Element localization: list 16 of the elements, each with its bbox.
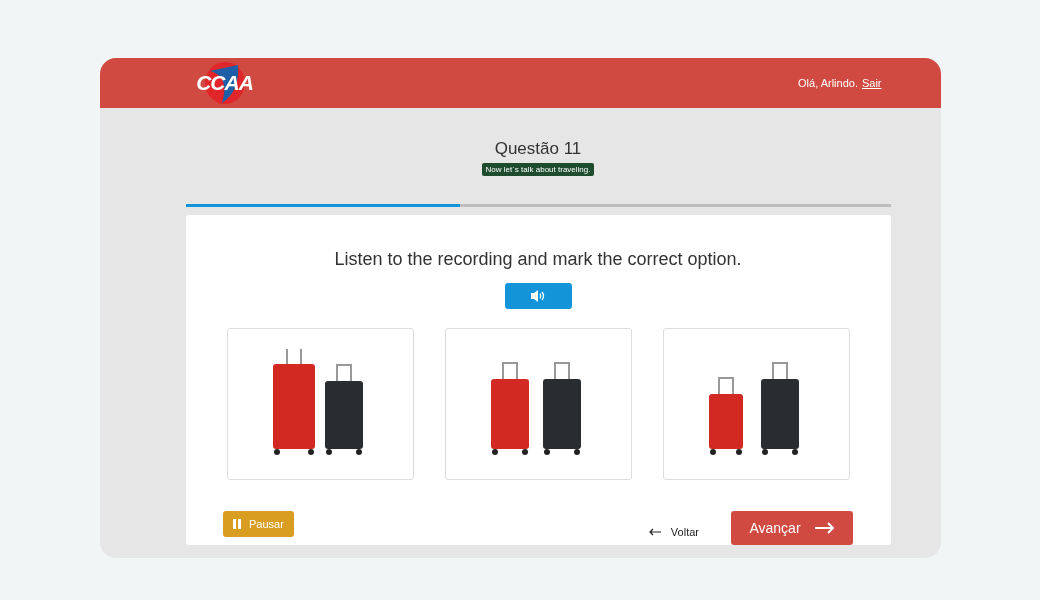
pause-icon bbox=[233, 519, 241, 529]
arrow-right-icon bbox=[814, 522, 835, 534]
answer-option[interactable] bbox=[226, 328, 414, 480]
pause-button[interactable]: Pausar bbox=[223, 511, 294, 537]
question-title: Questão 11 bbox=[494, 139, 582, 159]
speaker-icon bbox=[530, 289, 546, 303]
back-link[interactable]: Voltar bbox=[648, 526, 699, 538]
next-button[interactable]: Avançar bbox=[731, 511, 853, 545]
arrow-left-icon bbox=[648, 528, 661, 536]
topic-badge: Now let´s talk about traveling. bbox=[481, 163, 595, 176]
logout-link[interactable]: Sair bbox=[861, 77, 882, 89]
instruction-text: Listen to the recording and mark the correct option. bbox=[334, 249, 742, 270]
answer-option[interactable] bbox=[662, 328, 850, 480]
answer-option[interactable] bbox=[444, 328, 632, 480]
greeting-text: Olá, Arlindo. bbox=[798, 77, 858, 89]
play-audio-button[interactable] bbox=[504, 283, 572, 309]
